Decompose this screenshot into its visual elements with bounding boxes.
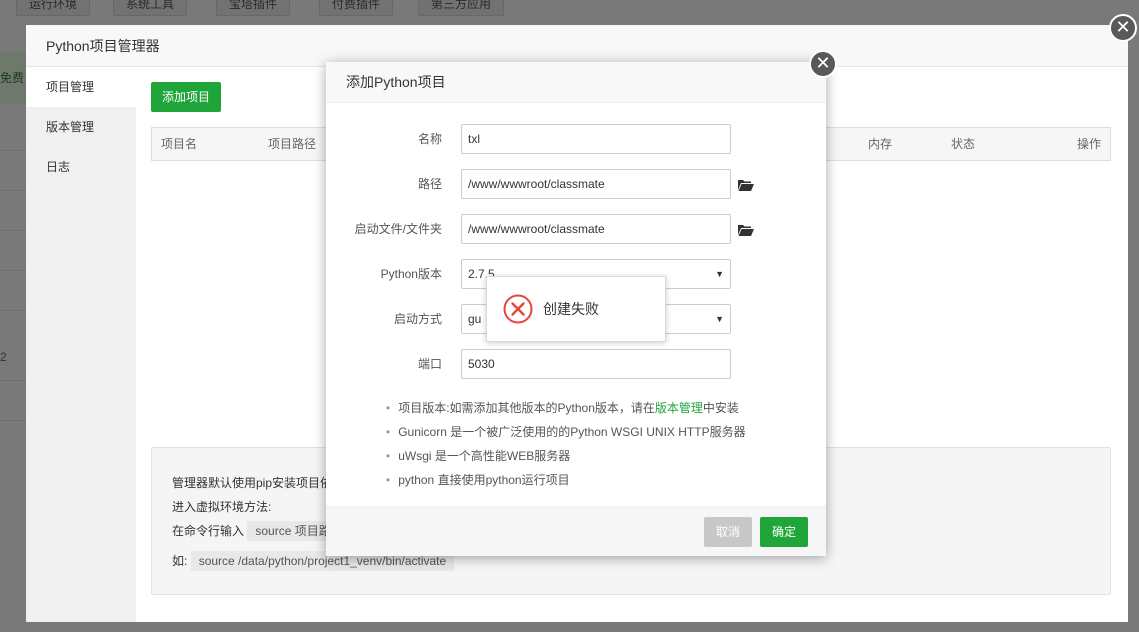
col-project-name: 项目名 xyxy=(161,137,198,151)
add-project-button[interactable]: 添加项目 xyxy=(151,82,221,112)
col-project-path: 项目路径 xyxy=(268,137,317,151)
folder-open-icon[interactable] xyxy=(738,224,754,236)
manager-sidebar: 项目管理 版本管理 日志 xyxy=(26,67,136,622)
tip-text: 项目版本:如需添加其他版本的Python版本，请在 xyxy=(398,401,655,415)
tip-python: python 直接使用python运行项目 xyxy=(386,468,746,492)
error-toast: 创建失败 xyxy=(486,276,666,342)
version-manage-link[interactable]: 版本管理 xyxy=(655,401,703,415)
col-actions: 操作 xyxy=(1077,137,1102,151)
close-icon: ✕ xyxy=(815,53,831,73)
port-input[interactable]: 5030 xyxy=(461,349,731,379)
info-line: 进入虚拟环境方法: xyxy=(172,500,272,514)
dialog-title: 添加Python项目 xyxy=(326,62,826,103)
tip-gunicorn: Gunicorn 是一个被广泛使用的的Python WSGI UNIX HTTP… xyxy=(386,420,745,444)
tip-uwsgi: uWsgi 是一个高性能WEB服务器 xyxy=(386,444,746,468)
name-label: 名称 xyxy=(417,132,442,146)
info-line: 在命令行输入 source 项目路 xyxy=(172,521,339,541)
cancel-button[interactable]: 取消 xyxy=(704,517,752,547)
close-icon: ✕ xyxy=(1115,17,1131,37)
port-label: 端口 xyxy=(417,357,442,371)
info-prefix: 如: xyxy=(172,554,188,568)
path-input[interactable]: /www/wwwroot/classmate xyxy=(461,169,731,199)
startup-mode-label: 启动方式 xyxy=(393,312,442,326)
manager-title: Python项目管理器 xyxy=(26,25,1128,67)
tip-text: 中安装 xyxy=(702,401,739,415)
confirm-button[interactable]: 确定 xyxy=(760,517,808,547)
folder-open-icon[interactable] xyxy=(738,179,754,191)
dialog-close-button[interactable]: ✕ xyxy=(809,50,837,78)
error-circle-icon xyxy=(503,294,533,324)
col-status: 状态 xyxy=(951,137,976,151)
startup-file-input[interactable]: /www/wwwroot/classmate xyxy=(461,214,731,244)
help-tips: 项目版本:如需添加其他版本的Python版本，请在版本管理中安装 Gunicor… xyxy=(386,396,746,492)
sidebar-item-projects[interactable]: 项目管理 xyxy=(26,67,136,107)
tip-version: 项目版本:如需添加其他版本的Python版本，请在版本管理中安装 xyxy=(386,396,746,420)
manager-close-button[interactable]: ✕ xyxy=(1109,14,1137,42)
toast-message: 创建失败 xyxy=(543,301,599,317)
path-label: 路径 xyxy=(417,177,442,191)
dialog-footer: 取消 确定 xyxy=(326,506,826,556)
sidebar-item-versions[interactable]: 版本管理 xyxy=(26,107,136,147)
startup-file-label: 启动文件/文件夹 xyxy=(354,222,442,236)
info-prefix: 在命令行输入 xyxy=(172,524,245,538)
code-snippet: source 项目路 xyxy=(247,521,339,541)
info-line: 管理器默认使用pip安装项目依 xyxy=(172,476,333,490)
col-memory: 内存 xyxy=(868,137,893,151)
sidebar-item-logs[interactable]: 日志 xyxy=(26,147,136,187)
python-version-label: Python版本 xyxy=(380,267,442,281)
name-input[interactable]: txl xyxy=(461,124,731,154)
